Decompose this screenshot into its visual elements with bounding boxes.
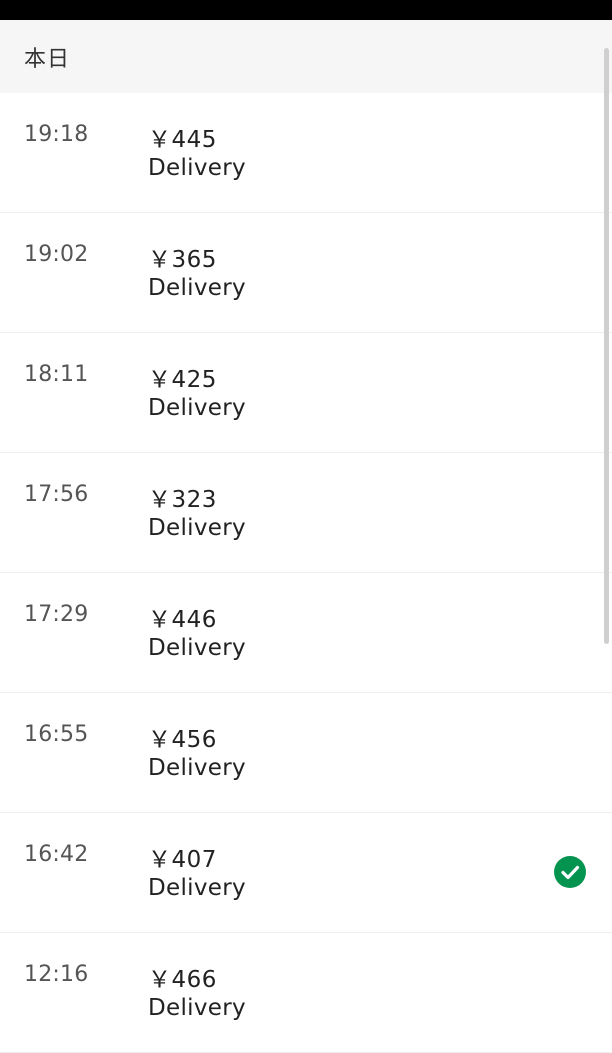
trip-row[interactable]: 17:56 ￥323 Delivery — [0, 453, 612, 573]
scrollbar[interactable] — [604, 48, 609, 644]
trip-time: 19:18 — [24, 122, 89, 147]
checkmark-circle-icon — [554, 856, 586, 888]
trip-type: Delivery — [148, 515, 246, 541]
trip-row[interactable]: 16:55 ￥456 Delivery — [0, 693, 612, 813]
trip-row[interactable]: 16:42 ￥407 Delivery — [0, 813, 612, 933]
trip-type: Delivery — [148, 635, 246, 661]
trip-type: Delivery — [148, 155, 246, 181]
trip-time: 17:29 — [24, 602, 89, 627]
trip-amount: ￥446 — [148, 607, 217, 633]
trip-type: Delivery — [148, 995, 246, 1021]
status-bar — [0, 0, 612, 20]
trip-time: 16:42 — [24, 842, 89, 867]
trip-type: Delivery — [148, 395, 246, 421]
trip-time: 18:11 — [24, 362, 89, 387]
trip-row[interactable]: 12:16 ￥466 Delivery — [0, 933, 612, 1053]
trip-row[interactable]: 17:29 ￥446 Delivery — [0, 573, 612, 693]
trip-amount: ￥445 — [148, 127, 217, 153]
trip-amount: ￥407 — [148, 847, 217, 873]
trip-amount: ￥425 — [148, 367, 217, 393]
trip-amount: ￥456 — [148, 727, 217, 753]
trip-row[interactable]: 19:18 ￥445 Delivery — [0, 93, 612, 213]
section-title: 本日 — [24, 46, 71, 72]
trip-type: Delivery — [148, 755, 246, 781]
trip-amount: ￥323 — [148, 487, 217, 513]
trip-row[interactable]: 18:11 ￥425 Delivery — [0, 333, 612, 453]
trip-row[interactable]: 19:02 ￥365 Delivery — [0, 213, 612, 333]
section-header: 本日 — [0, 20, 612, 93]
trip-list: 19:18 ￥445 Delivery 19:02 ￥365 Delivery … — [0, 93, 612, 1053]
trip-type: Delivery — [148, 275, 246, 301]
trip-time: 16:55 — [24, 722, 89, 747]
trip-type: Delivery — [148, 875, 246, 901]
trip-amount: ￥365 — [148, 247, 217, 273]
trip-amount: ￥466 — [148, 967, 217, 993]
trip-time: 12:16 — [24, 962, 89, 987]
trip-time: 17:56 — [24, 482, 89, 507]
trip-time: 19:02 — [24, 242, 89, 267]
